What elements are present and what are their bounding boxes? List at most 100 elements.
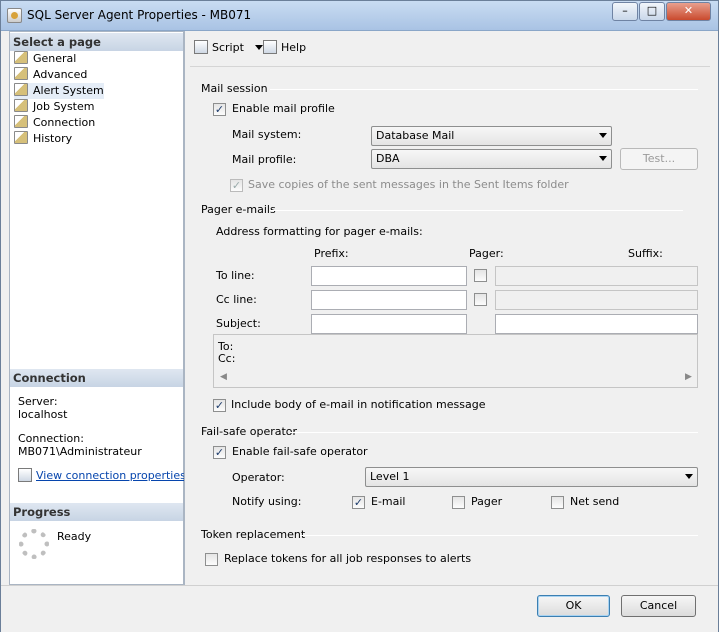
toolbar: Script Help <box>185 31 715 65</box>
help-icon <box>263 40 277 54</box>
mail-profile-label: Mail profile: <box>232 153 297 166</box>
close-button[interactable]: ✕ <box>666 2 711 21</box>
properties-dialog: SQL Server Agent Properties - MB071 – □ … <box>0 0 719 632</box>
operator-label: Operator: <box>232 471 285 484</box>
mail-profile-select[interactable]: DBA <box>371 149 612 169</box>
mail-system-value: Database Mail <box>376 129 455 142</box>
subject-label: Subject: <box>216 317 261 330</box>
subject-suffix-input[interactable] <box>495 314 698 334</box>
pager-header: Pager: <box>469 247 504 260</box>
minimize-button[interactable]: – <box>612 2 638 21</box>
page-label: Job System <box>33 100 95 113</box>
chevron-down-icon <box>599 156 607 161</box>
cc-line-suffix-input[interactable] <box>495 290 698 310</box>
page-label: Alert System <box>33 84 104 97</box>
dialog-button-bar: OK Cancel <box>1 585 718 632</box>
enable-failsafe-checkbox[interactable]: ✓ <box>213 446 226 459</box>
page-item-history[interactable]: History <box>14 131 72 147</box>
address-formatting-label: Address formatting for pager e-mails: <box>216 225 423 238</box>
notify-email-label: E-mail <box>371 495 406 508</box>
prefix-header: Prefix: <box>314 247 349 260</box>
page-item-general[interactable]: General <box>14 51 76 67</box>
save-copies-label: Save copies of the sent messages in the … <box>248 178 569 191</box>
cc-line-pager-checkbox[interactable] <box>474 293 487 306</box>
scroll-right-icon[interactable]: ▶ <box>685 372 692 382</box>
chevron-down-icon <box>599 133 607 138</box>
help-label: Help <box>281 41 307 54</box>
subject-prefix-input[interactable] <box>311 314 467 334</box>
page-icon <box>14 67 28 80</box>
page-icon <box>14 83 28 96</box>
save-copies-checkbox[interactable]: ✓ <box>230 179 243 192</box>
page-label: History <box>33 132 73 145</box>
failsafe-title: Fail-safe operator <box>201 425 298 438</box>
progress-status: Ready <box>57 530 92 543</box>
script-button[interactable]: Script <box>194 40 264 54</box>
connection-value: MB071\Administrateur <box>18 445 142 458</box>
connection-label: Connection: <box>18 432 84 445</box>
to-line-suffix-input[interactable] <box>495 266 698 286</box>
notify-netsend-checkbox[interactable] <box>551 496 564 509</box>
test-button[interactable]: Test... <box>620 148 698 170</box>
chevron-down-icon <box>685 474 693 479</box>
cc-line-label: Cc line: <box>216 293 257 306</box>
token-title: Token replacement <box>201 528 306 541</box>
to-line-pager-checkbox[interactable] <box>474 269 487 282</box>
page-label: General <box>33 52 77 65</box>
mail-system-select[interactable]: Database Mail <box>371 126 612 146</box>
cancel-button[interactable]: Cancel <box>621 595 696 617</box>
ok-button[interactable]: OK <box>537 595 610 617</box>
notify-pager-checkbox[interactable] <box>452 496 465 509</box>
page-icon <box>14 51 28 64</box>
pager-emails-divider <box>270 210 683 211</box>
notify-email-checkbox[interactable]: ✓ <box>352 496 365 509</box>
cc-line-prefix-input[interactable] <box>311 290 467 310</box>
pager-emails-title: Pager e-mails <box>201 203 276 216</box>
token-divider <box>300 535 698 536</box>
replace-tokens-label: Replace tokens for all job responses to … <box>224 552 472 565</box>
include-body-label: Include body of e-mail in notification m… <box>231 398 486 411</box>
operator-value: Level 1 <box>370 470 410 483</box>
app-icon <box>7 8 22 23</box>
mail-profile-value: DBA <box>376 152 400 165</box>
operator-select[interactable]: Level 1 <box>365 467 698 487</box>
notify-using-label: Notify using: <box>232 495 302 508</box>
page-icon <box>14 115 28 128</box>
help-button[interactable]: Help <box>263 40 306 54</box>
page-icon <box>14 131 28 144</box>
script-label: Script <box>212 41 244 54</box>
right-pane: Script Help Mail session ✓ Enable mail p… <box>184 31 715 585</box>
page-label: Connection <box>33 116 96 129</box>
page-item-alert-system[interactable]: Alert System <box>14 83 104 99</box>
page-item-connection[interactable]: Connection <box>14 115 95 131</box>
address-preview-box: To: Cc: ◀ ▶ <box>213 334 698 388</box>
enable-failsafe-label: Enable fail-safe operator <box>232 445 368 458</box>
include-body-checkbox[interactable]: ✓ <box>213 399 226 412</box>
properties-icon <box>18 468 32 482</box>
mail-system-label: Mail system: <box>232 128 302 141</box>
enable-mail-profile-label: Enable mail profile <box>232 102 335 115</box>
progress-header: Progress <box>10 503 183 521</box>
page-icon <box>14 99 28 112</box>
to-line-label: To line: <box>216 269 255 282</box>
scroll-left-icon[interactable]: ◀ <box>220 372 227 382</box>
script-icon <box>194 40 208 54</box>
page-item-job-system[interactable]: Job System <box>14 99 94 115</box>
window-title: SQL Server Agent Properties - MB071 <box>27 8 252 22</box>
server-value: localhost <box>18 408 68 421</box>
preview-cc: Cc: <box>218 352 236 365</box>
progress-spinner-icon <box>19 529 49 559</box>
select-page-header: Select a page <box>10 33 183 51</box>
page-item-advanced[interactable]: Advanced <box>14 67 87 83</box>
mail-session-title: Mail session <box>201 82 268 95</box>
enable-mail-profile-checkbox[interactable]: ✓ <box>213 103 226 116</box>
maximize-button[interactable]: □ <box>639 2 665 21</box>
left-pane: Select a page General Advanced Alert Sys… <box>9 31 186 585</box>
view-connection-properties-link[interactable]: View connection properties <box>36 469 186 482</box>
server-label: Server: <box>18 395 58 408</box>
title-bar[interactable]: SQL Server Agent Properties - MB071 – □ … <box>1 1 718 31</box>
replace-tokens-checkbox[interactable] <box>205 553 218 566</box>
view-connection-properties[interactable]: View connection properties <box>18 468 186 482</box>
mail-session-divider <box>270 89 698 90</box>
to-line-prefix-input[interactable] <box>311 266 467 286</box>
